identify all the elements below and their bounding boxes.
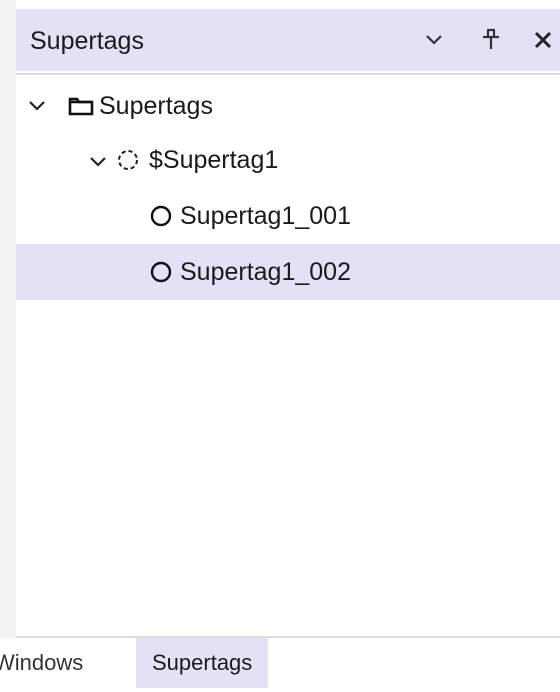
panel-header: Supertags <box>16 9 560 71</box>
tree-node-instance[interactable]: Supertag1_001 <box>16 188 560 244</box>
tab-supertags[interactable]: Supertags <box>136 638 269 688</box>
tree-node-instance-selected[interactable]: Supertag1_002 <box>16 244 560 300</box>
tree-node-label: Supertag1_002 <box>180 258 351 286</box>
bottom-tab-bar: Windows Supertags <box>0 638 560 692</box>
header-divider <box>16 73 560 75</box>
tree-node-label: Supertags <box>99 92 213 120</box>
folder-icon <box>68 97 94 116</box>
panel-close-button[interactable] <box>526 23 560 57</box>
tab-windows[interactable]: Windows <box>0 638 93 688</box>
panel-pin-button[interactable] <box>474 23 508 57</box>
tree-node-template[interactable]: $Supertag1 <box>16 132 560 188</box>
chevron-down-icon <box>426 35 442 45</box>
circle-icon <box>150 261 172 283</box>
chevron-down-icon[interactable] <box>89 156 107 168</box>
tree-node-label: $Supertag1 <box>149 146 279 174</box>
left-edge-strip <box>0 0 16 692</box>
panel-title: Supertags <box>30 27 144 55</box>
supertags-panel: Supertags Supertags $Supertag1 Supertag1… <box>0 0 560 692</box>
close-icon <box>534 31 552 49</box>
dashed-circle-icon <box>118 150 138 170</box>
circle-icon <box>150 205 172 227</box>
chevron-down-icon[interactable] <box>28 100 46 112</box>
pin-icon <box>483 28 499 49</box>
tree-node-label: Supertag1_001 <box>180 202 351 230</box>
panel-dropdown-button[interactable] <box>417 23 451 57</box>
tree-node-root[interactable]: Supertags <box>16 78 560 134</box>
